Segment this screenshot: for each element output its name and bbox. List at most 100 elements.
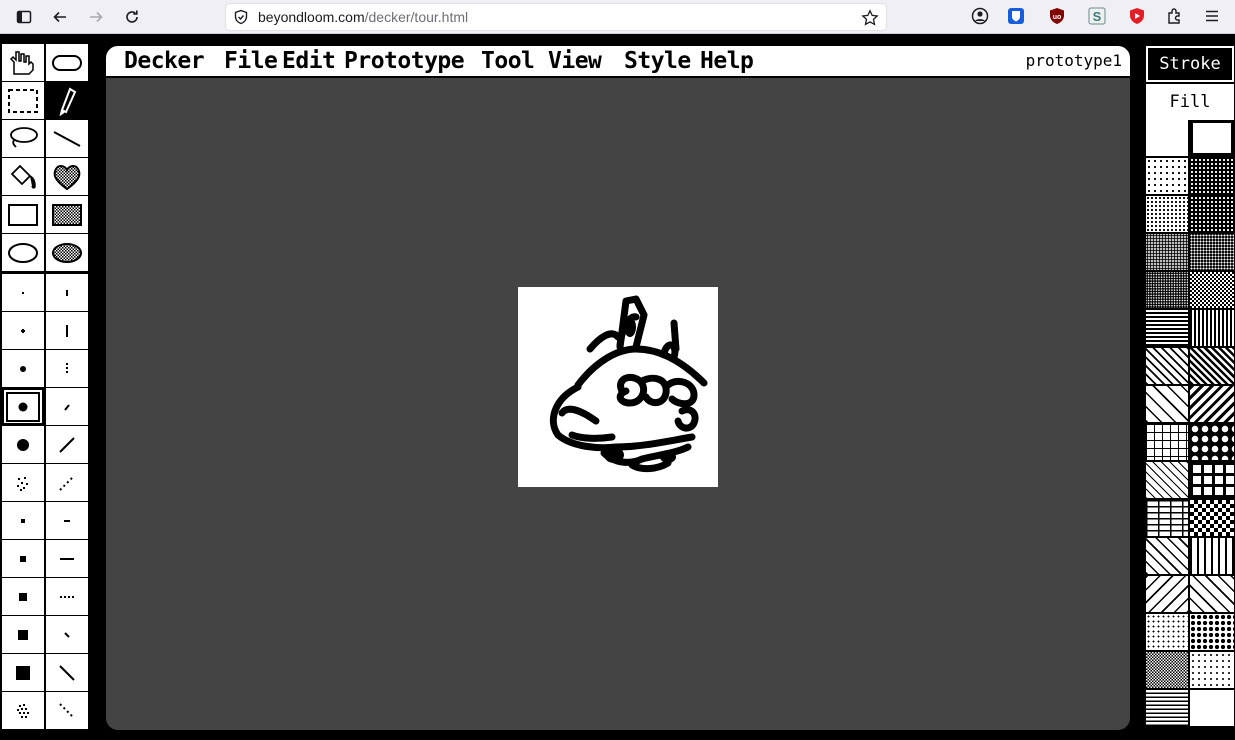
brush-dot-1-icon[interactable] [2,274,44,311]
pattern-swatch-9[interactable] [1146,272,1188,308]
bucket-tool-icon[interactable] [2,158,44,195]
sidebar-icon[interactable] [13,6,35,28]
url-path: /decker/tour.html [364,9,469,25]
brush-hline-2-icon[interactable] [46,540,88,577]
ublock-icon[interactable]: uo [1047,6,1067,26]
pattern-swatch-14[interactable] [1190,348,1234,384]
brush-dotted-vline-icon[interactable] [46,350,88,387]
pattern-swatch-29[interactable] [1146,652,1188,688]
brush-dot-3-selected-icon[interactable] [2,388,44,425]
pattern-swatch-25[interactable] [1146,576,1188,612]
pencil-tool-icon[interactable] [46,82,88,119]
menu-view[interactable]: View [548,46,602,76]
url-bar[interactable]: beyondloom.com/decker/tour.html [225,3,887,31]
filled-rectangle-tool-icon[interactable] [46,196,88,233]
menu-prototype[interactable]: Prototype [344,46,465,76]
menu-file[interactable]: File [224,46,278,76]
brush-dot-4-icon[interactable] [2,426,44,463]
filled-ellipse-tool-icon[interactable] [46,234,88,271]
extensions-icon[interactable] [1165,6,1185,26]
menu-help[interactable]: Help [700,46,754,76]
pattern-swatch-22[interactable] [1190,500,1234,536]
lasso-tool-icon[interactable] [2,120,44,157]
brush-dotted-diag-icon[interactable] [46,464,88,501]
back-icon[interactable] [49,6,71,28]
decker-app: Decker File Edit Prototype Tool View Sty… [0,34,1235,740]
bookmark-star-icon[interactable] [861,9,879,27]
brush-hline-1-icon[interactable] [46,502,88,539]
pattern-swatch-1[interactable] [1146,120,1188,156]
brush-plus-icon[interactable] [2,312,44,349]
pattern-swatch-20[interactable] [1190,462,1234,498]
brush-vline-1-icon[interactable] [46,274,88,311]
brush-long-diag-icon[interactable] [46,426,88,463]
brush-square-2-icon[interactable] [2,540,44,577]
brush-square-4-icon[interactable] [2,616,44,653]
brush-dot-2-icon[interactable] [2,350,44,387]
button-tool-icon[interactable] [46,44,88,81]
forward-icon[interactable] [85,6,107,28]
card-canvas[interactable]: Decker File Edit Prototype Tool View Sty… [106,46,1130,730]
reload-icon[interactable] [121,6,143,28]
menu-icon[interactable] [1202,6,1222,26]
pattern-swatch-13[interactable] [1146,348,1188,384]
menu-tool[interactable]: Tool [481,46,535,76]
pattern-swatch-27[interactable] [1146,614,1188,650]
pattern-swatch-7[interactable] [1146,234,1188,270]
brush-square-5-icon[interactable] [2,654,44,691]
pattern-swatch-17[interactable] [1146,424,1188,460]
hand-tool-icon[interactable] [2,44,44,81]
deck-name: prototype1 [1025,51,1122,70]
pattern-swatch-16[interactable] [1190,386,1234,422]
pattern-swatch-8[interactable] [1190,234,1234,270]
brush-spray-2-icon[interactable] [2,692,44,729]
pattern-swatch-6[interactable] [1190,196,1234,232]
pattern-swatch-18[interactable] [1190,424,1234,460]
brush-dotted-hline-icon[interactable] [46,578,88,615]
bitwarden-icon[interactable] [1006,6,1026,26]
pattern-swatch-24[interactable] [1190,538,1234,574]
brush-vline-2-icon[interactable] [46,312,88,349]
menu-edit[interactable]: Edit [282,46,336,76]
svg-text:uo: uo [1053,14,1062,21]
url-domain: beyondloom.com [258,9,365,25]
pattern-swatch-11[interactable] [1146,310,1188,346]
ellipse-tool-icon[interactable] [2,234,44,271]
brush-back-diag-long-icon[interactable] [46,654,88,691]
pattern-swatch-2[interactable] [1190,120,1234,156]
menu-style[interactable]: Style [624,46,691,76]
pattern-swatch-4[interactable] [1190,158,1234,194]
pattern-swatch-32[interactable] [1190,690,1234,726]
fill-button[interactable]: Fill [1146,84,1234,120]
line-tool-icon[interactable] [46,120,88,157]
brush-square-1-icon[interactable] [2,502,44,539]
browser-toolbar: beyondloom.com/decker/tour.html uo S [0,0,1235,34]
pattern-swatch-28[interactable] [1190,614,1234,650]
pattern-swatch-10[interactable] [1190,272,1234,308]
pattern-swatch-23[interactable] [1146,538,1188,574]
pattern-swatch-26[interactable] [1190,576,1234,612]
pattern-swatch-5[interactable] [1146,196,1188,232]
prototype-drawing[interactable] [518,287,718,487]
rectangle-tool-icon[interactable] [2,196,44,233]
brush-back-diag-short-icon[interactable] [46,616,88,653]
shield-icon[interactable] [233,9,249,25]
brush-short-diag-icon[interactable] [46,388,88,425]
brush-dotted-back-diag-icon[interactable] [46,692,88,729]
heart-tool-icon[interactable] [46,158,88,195]
pattern-swatch-31[interactable] [1146,690,1188,726]
stroke-button[interactable]: Stroke [1146,46,1234,82]
s-extension-icon[interactable]: S [1087,6,1107,26]
brush-spray-1-icon[interactable] [2,464,44,501]
pattern-swatch-15[interactable] [1146,386,1188,422]
video-extension-icon[interactable] [1127,6,1147,26]
account-icon[interactable] [970,6,990,26]
select-tool-icon[interactable] [2,82,44,119]
pattern-swatch-19[interactable] [1146,462,1188,498]
pattern-swatch-3[interactable] [1146,158,1188,194]
pattern-swatch-30[interactable] [1190,652,1234,688]
pattern-swatch-12[interactable] [1190,310,1234,346]
brush-square-3-icon[interactable] [2,578,44,615]
menu-decker[interactable]: Decker [124,46,205,76]
pattern-swatch-21[interactable] [1146,500,1188,536]
